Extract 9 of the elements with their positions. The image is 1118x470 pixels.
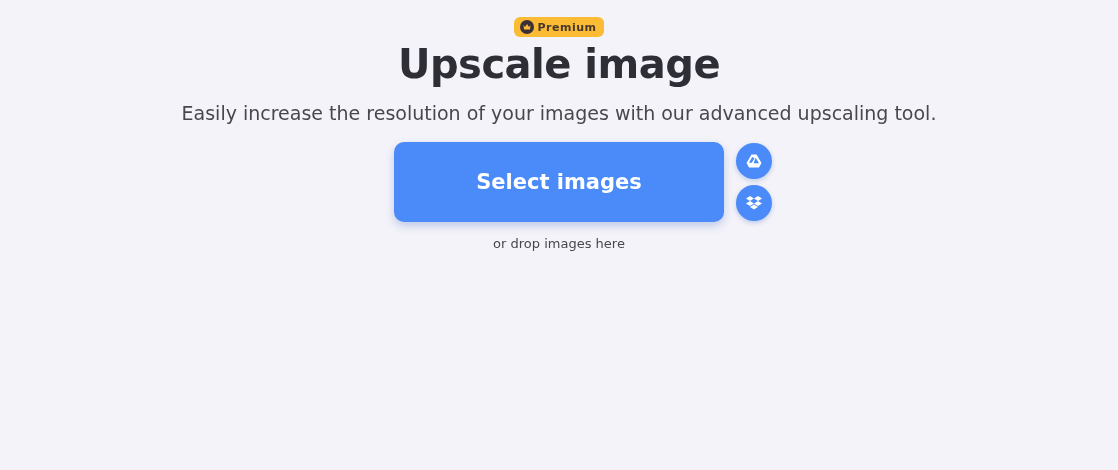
cloud-drive-button[interactable] [736,143,772,179]
box-icon [745,194,763,212]
triangle-icon [745,152,763,170]
crown-icon [519,20,534,34]
select-images-button[interactable]: Select images [394,142,724,222]
drop-hint: or drop images here [493,236,625,251]
page-title: Upscale image [397,41,720,87]
premium-badge: Premium [513,17,605,37]
page-subtitle: Easily increase the resolution of your images with our advanced upscaling tool. [180,101,938,126]
